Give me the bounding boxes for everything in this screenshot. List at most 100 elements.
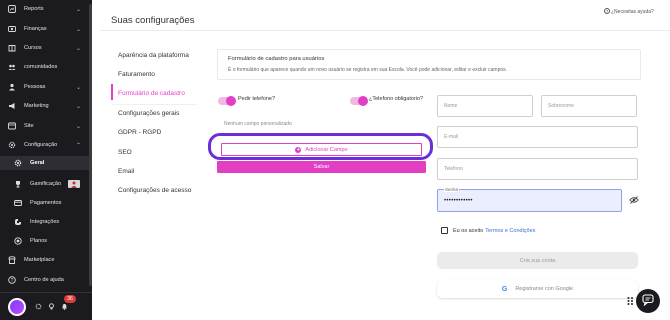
- sidebar-item-label: comunidades: [24, 64, 58, 70]
- highlight-outline: [208, 133, 433, 160]
- marketing-icon: [8, 102, 16, 110]
- avatar[interactable]: [8, 298, 26, 316]
- sidebar-item-reports[interactable]: Reports ⌄: [0, 3, 92, 15]
- sidebar-item-label: Site: [24, 123, 34, 129]
- toggle-knob: [358, 96, 368, 106]
- google-signup-button[interactable]: G Registrarse con Google: [437, 280, 638, 298]
- sidebar-scrollbar[interactable]: [89, 4, 92, 286]
- sidebar-item-label: Integrações: [30, 219, 60, 225]
- chat-icon: [642, 294, 654, 308]
- sidebar-item-pessoas[interactable]: Pessoas ⌄: [0, 81, 92, 93]
- sidebar-item-comunidades[interactable]: comunidades: [0, 61, 92, 73]
- surname-placeholder: Sobrenome: [548, 103, 574, 109]
- menu-item-gdpr[interactable]: GDPR - RGPD: [118, 129, 161, 136]
- question-icon: ?: [604, 8, 610, 14]
- card-icon: [14, 199, 22, 207]
- divider: [111, 104, 197, 105]
- profile-badge-icon: [68, 180, 80, 188]
- sidebar-item-configuracao[interactable]: Configuração ⌃: [0, 139, 92, 151]
- sidebar: Reports ⌄ Finanças ⌄ Cursos ⌄ comunidade…: [0, 0, 92, 320]
- help-icon: ?: [8, 276, 16, 284]
- menu-item-general-settings[interactable]: Configurações gerais: [118, 110, 179, 117]
- menu-item-appearance[interactable]: Aparência da plataforma: [118, 52, 189, 59]
- phone-toggle[interactable]: [218, 96, 236, 106]
- eye-off-icon[interactable]: [629, 196, 639, 204]
- chevron-down-icon: ⌄: [76, 45, 82, 52]
- sidebar-subitem-geral[interactable]: Geral: [0, 157, 92, 169]
- sidebar-subitem-integracoes[interactable]: Integrações: [0, 216, 92, 228]
- sidebar-item-label: Marketplace: [24, 257, 55, 263]
- email-placeholder: E-mail: [444, 134, 459, 140]
- save-button-label: Salvar: [313, 164, 330, 170]
- sidebar-item-label: Reports: [24, 6, 44, 12]
- trophy-icon: [14, 180, 22, 188]
- email-field[interactable]: E-mail: [437, 126, 638, 148]
- gear-icon: [14, 159, 22, 167]
- phone-field[interactable]: Telefono: [437, 158, 638, 180]
- reports-icon: [8, 5, 16, 13]
- chevron-down-icon: ⌄: [76, 6, 82, 13]
- apps-grid-icon[interactable]: [627, 296, 634, 306]
- menu-item-email[interactable]: Email: [118, 168, 134, 175]
- marketplace-icon: [8, 256, 16, 264]
- sidebar-item-financas[interactable]: Finanças ⌄: [0, 23, 92, 35]
- password-value: ••••••••••••: [444, 198, 473, 204]
- active-menu-indicator: [111, 84, 113, 100]
- terms-text: Eu os aceito: [453, 227, 484, 234]
- sidebar-item-label: Finanças: [24, 26, 47, 32]
- bell-icon[interactable]: [61, 303, 68, 310]
- form-info-card: Formulário de cadastro para usuários É o…: [217, 49, 641, 80]
- phone-required-toggle[interactable]: [350, 96, 368, 106]
- surname-field[interactable]: Sobrenome: [541, 95, 637, 117]
- sidebar-item-help-center[interactable]: ? Centro de ajuda: [0, 274, 92, 286]
- menu-item-seo[interactable]: SEO: [118, 149, 132, 156]
- chevron-down-icon: ⌄: [76, 84, 82, 91]
- sidebar-item-site[interactable]: Site ⌄: [0, 120, 92, 132]
- sidebar-item-label: Pagamentos: [30, 200, 62, 206]
- community-icon: [8, 63, 16, 71]
- sidebar-item-label: Cursos: [24, 45, 42, 51]
- phone-toggle-label: Pedir telefone?: [238, 96, 275, 102]
- phone-required-toggle-label: ¿Telefono obligatorio?: [369, 96, 424, 102]
- lightbulb-icon[interactable]: [48, 303, 55, 310]
- courses-icon: [8, 44, 16, 52]
- sidebar-item-label: Configuração: [24, 142, 58, 148]
- settings-footer-icon[interactable]: [35, 303, 42, 310]
- sidebar-subitem-pagamentos[interactable]: Pagamentos: [0, 197, 92, 209]
- password-label: Senha: [444, 187, 460, 192]
- finance-icon: [8, 25, 16, 33]
- sidebar-item-label: Planos: [30, 238, 48, 244]
- help-link-label: ¿Necesitas ayuda?: [611, 9, 654, 15]
- toggle-knob: [226, 96, 236, 106]
- create-account-label: Cria sua conta: [519, 257, 556, 264]
- divider: [100, 30, 670, 31]
- sidebar-item-marketplace[interactable]: Marketplace: [0, 254, 92, 266]
- notification-badge: 36: [64, 295, 76, 303]
- create-account-button[interactable]: Cria sua conta: [437, 252, 638, 269]
- sidebar-subitem-planos[interactable]: Planos: [0, 235, 92, 247]
- sidebar-item-label: Gamificação: [30, 181, 62, 187]
- empty-fields-text: Nenhum campo personalizado: [224, 121, 292, 127]
- sidebar-item-label: Marketing: [24, 103, 49, 109]
- chevron-down-icon: ⌄: [76, 103, 82, 110]
- chevron-down-icon: ⌄: [76, 26, 82, 33]
- menu-item-billing[interactable]: Faturamento: [118, 71, 155, 78]
- sidebar-item-cursos[interactable]: Cursos ⌄: [0, 42, 92, 54]
- menu-item-registration-form[interactable]: Formulário de cadastro: [118, 90, 185, 97]
- save-button[interactable]: Salvar: [217, 161, 426, 173]
- terms-link[interactable]: Termos e Condições: [485, 228, 535, 234]
- integrations-icon: [14, 218, 22, 226]
- site-icon: [8, 122, 16, 130]
- name-placeholder: Nome: [444, 103, 458, 109]
- svg-text:?: ?: [11, 278, 14, 284]
- terms-checkbox[interactable]: [441, 227, 448, 234]
- password-field[interactable]: Senha ••••••••••••: [437, 187, 622, 212]
- help-link[interactable]: ? ¿Necesitas ayuda?: [604, 8, 654, 15]
- sidebar-subitem-gamificacao[interactable]: Gamificação: [0, 178, 92, 190]
- name-field[interactable]: Nome: [437, 95, 533, 117]
- sidebar-item-marketing[interactable]: Marketing ⌄: [0, 100, 92, 112]
- chat-button[interactable]: [636, 289, 660, 313]
- settings-icon: [8, 141, 16, 149]
- chevron-down-icon: ⌄: [76, 123, 82, 130]
- menu-item-access-settings[interactable]: Configurações de acesso: [118, 187, 191, 194]
